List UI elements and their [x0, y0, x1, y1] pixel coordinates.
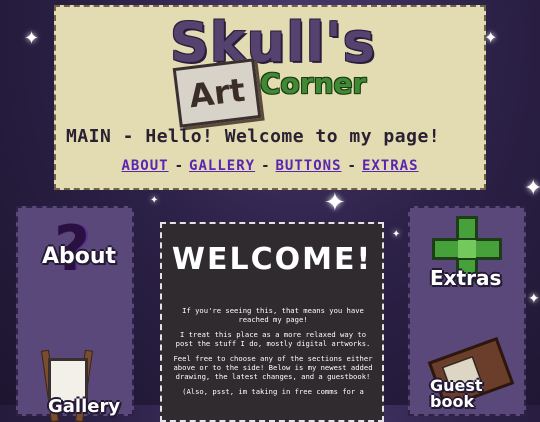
- sparkle-icon: ✦: [484, 28, 498, 47]
- sparkle-icon: ✦: [524, 176, 540, 201]
- about-label: About: [42, 244, 117, 269]
- sparkle-icon: ✦: [150, 195, 159, 206]
- logo-corner: Corner: [260, 67, 367, 100]
- welcome-message: MAIN - Hello! Welcome to my page!: [66, 126, 441, 147]
- welcome-panel: WELCOME! If you're seeing this, that mea…: [160, 222, 384, 422]
- welcome-paragraph: (Also, psst, im taking in free comms for…: [182, 387, 364, 396]
- sparkle-icon: ✦: [528, 291, 540, 307]
- welcome-paragraph: I treat this place as a more relaxed way…: [175, 330, 371, 348]
- sidebar-left: ? About Gallery: [16, 206, 134, 422]
- nav-link-about[interactable]: ABOUT: [121, 158, 168, 174]
- sparkle-icon: ✦: [392, 229, 401, 240]
- nav-link-extras[interactable]: EXTRAS: [362, 158, 419, 174]
- welcome-body: If you're seeing this, that means you ha…: [170, 306, 376, 402]
- sparkle-icon: ✦: [324, 188, 346, 218]
- welcome-title: WELCOME!: [171, 242, 373, 277]
- extras-label: Extras: [430, 266, 502, 290]
- guestbook-label: Guest book: [430, 376, 483, 411]
- logo-art-sign: Art: [172, 58, 262, 128]
- sparkle-icon: ✦: [24, 28, 40, 49]
- nav-separator: -: [174, 158, 184, 174]
- sidebar-right: Extras Guest book: [408, 206, 526, 416]
- nav-separator: -: [347, 158, 356, 174]
- nav-link-gallery[interactable]: GALLERY: [189, 158, 255, 174]
- welcome-paragraph: Feel free to choose any of the sections …: [173, 354, 373, 381]
- header-card: Skull's Art Corner MAIN - Hello! Welcome…: [54, 5, 486, 190]
- welcome-paragraph: If you're seeing this, that means you ha…: [182, 306, 364, 324]
- gallery-label: Gallery: [48, 396, 121, 417]
- nav-separator: -: [261, 158, 270, 174]
- nav-link-buttons[interactable]: BUTTONS: [276, 158, 342, 174]
- main-nav: ABOUT - GALLERY - BUTTONS - EXTRAS: [56, 158, 484, 174]
